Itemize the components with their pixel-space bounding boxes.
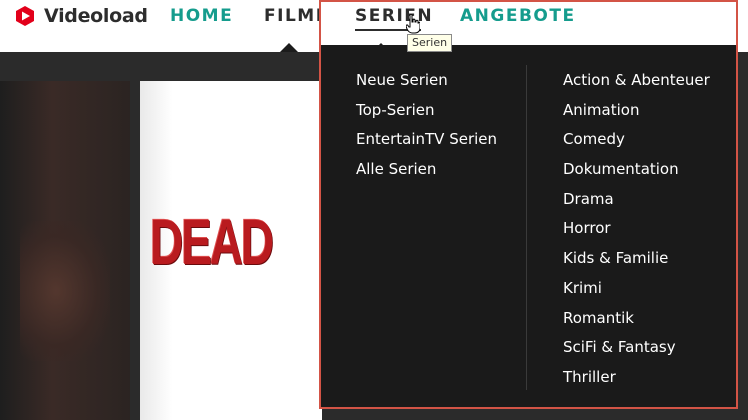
genre-scifi-fantasy[interactable]: SciFi & Fantasy: [563, 336, 710, 366]
genre-thriller[interactable]: Thriller: [563, 366, 710, 396]
nav-tooltip: Serien: [407, 34, 453, 52]
genre-action-abenteuer[interactable]: Action & Abenteuer: [563, 69, 710, 99]
genre-kids-familie[interactable]: Kids & Familie: [563, 247, 710, 277]
dropdown-body: Neue Serien Top-Serien EntertainTV Serie…: [321, 45, 736, 407]
nav-home[interactable]: HOME: [170, 6, 233, 26]
menu-item-neue-serien[interactable]: Neue Serien: [356, 69, 497, 99]
hero-background-panel: [0, 81, 130, 420]
menu-item-top-serien[interactable]: Top-Serien: [356, 99, 497, 129]
nav-angebote[interactable]: ANGEBOTE: [460, 6, 576, 26]
genre-horror[interactable]: Horror: [563, 217, 710, 247]
brand-logo[interactable]: Videoload: [14, 5, 148, 27]
poster-title: DEAD: [150, 206, 274, 278]
column-divider: [526, 65, 527, 390]
genre-krimi[interactable]: Krimi: [563, 277, 710, 307]
genre-dokumentation[interactable]: Dokumentation: [563, 158, 710, 188]
menu-item-alle-serien[interactable]: Alle Serien: [356, 158, 497, 188]
menu-item-entertaintv-serien[interactable]: EntertainTV Serien: [356, 128, 497, 158]
serien-caret-icon: [372, 43, 390, 52]
hero-figure-image: [20, 221, 110, 361]
genre-romantik[interactable]: Romantik: [563, 307, 710, 337]
filme-caret-icon: [280, 43, 298, 52]
genre-animation[interactable]: Animation: [563, 99, 710, 129]
nav-serien[interactable]: SERIEN: [355, 6, 433, 26]
genre-drama[interactable]: Drama: [563, 188, 710, 218]
brand-name: Videoload: [44, 5, 148, 27]
videoload-logo-icon: [14, 5, 36, 27]
dropdown-genre-column: Action & Abenteuer Animation Comedy Doku…: [563, 69, 710, 396]
dropdown-left-column: Neue Serien Top-Serien EntertainTV Serie…: [356, 69, 497, 188]
hand-pointer-icon: [406, 14, 420, 34]
serien-dropdown-menu: Neue Serien Top-Serien EntertainTV Serie…: [319, 0, 738, 409]
genre-comedy[interactable]: Comedy: [563, 128, 710, 158]
nav-filme[interactable]: FILME: [264, 6, 320, 26]
